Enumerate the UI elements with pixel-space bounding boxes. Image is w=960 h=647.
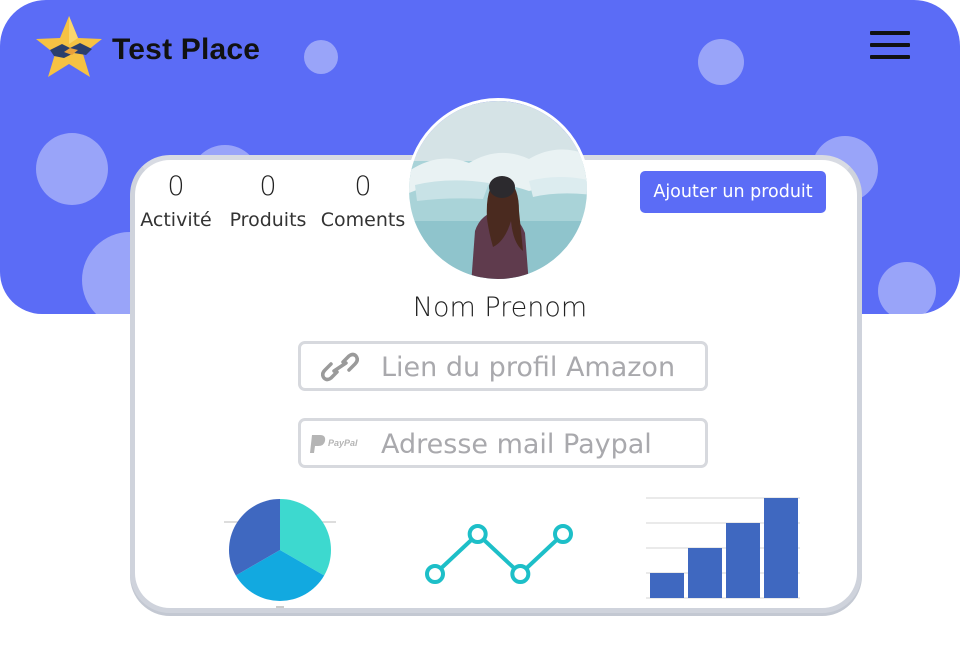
star-logo-icon[interactable] [34,14,104,80]
decorative-bubble [878,262,936,314]
link-icon [321,352,359,382]
hamburger-menu-icon[interactable] [866,28,914,64]
paypal-email-field[interactable]: PayPal [298,418,708,468]
bar [688,548,722,598]
amazon-profile-field[interactable] [298,341,708,391]
line-point [467,524,488,544]
decorative-bubble [304,40,338,74]
stat-produits: 0 Produits [224,172,312,232]
stat-label: Coments [320,209,406,231]
svg-text:PayPal: PayPal [328,438,358,448]
bar-chart [646,497,800,599]
paypal-email-input[interactable] [381,427,699,461]
decorative-bubble [36,133,108,205]
line-series [433,531,565,577]
stat-coments: 0 Coments [318,172,408,232]
stat-value: 0 [167,171,185,202]
line-chart [425,524,573,584]
profile-name: Nom Prenom [412,292,588,323]
decorative-bubble [698,39,744,85]
profile-photo [409,101,587,279]
stat-label: Produits [229,209,307,231]
avatar[interactable] [406,98,590,282]
line-point [553,524,573,544]
stat-value: 0 [259,171,277,202]
amazon-profile-input[interactable] [381,350,699,384]
line-point [425,564,445,584]
bar [764,498,798,598]
brand-name[interactable]: Test Place [112,33,260,67]
stat-activite: 0 Activité [136,172,216,232]
stat-label: Activité [140,209,212,231]
bar [650,573,684,598]
stat-value: 0 [354,171,372,202]
pie-chart [224,499,336,608]
paypal-icon: PayPal [310,435,358,453]
add-product-button[interactable]: Ajouter un produit [640,171,826,213]
line-point [510,564,531,584]
bar [726,523,760,598]
